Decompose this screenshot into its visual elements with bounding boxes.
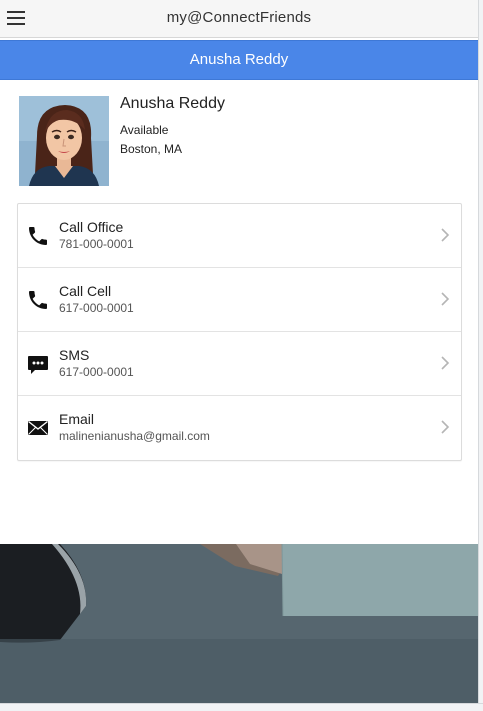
row-label: Email [59,411,95,427]
contact-header-title: Anusha Reddy [189,51,289,68]
phone-icon [29,227,47,245]
profile-location: Boston, MA [120,142,183,156]
top-app-bar: my@ConnectFriends [0,0,478,38]
avatar-illustration [19,96,109,186]
contact-methods-list: Call Office 781-000-0001 Call Cell 617-0… [17,203,462,461]
chevron-right-icon [441,292,450,306]
sms-icon [28,356,48,374]
list-item-sms[interactable]: SMS 617-000-0001 [18,332,461,395]
chevron-right-icon [441,420,450,434]
list-item-call-cell[interactable]: Call Cell 617-000-0001 [18,268,461,331]
row-value: 781-000-0001 [59,237,134,251]
profile-name: Anusha Reddy [120,95,225,112]
background-desk-image [0,544,478,703]
row-label: SMS [59,347,90,363]
window-right-edge [478,0,483,710]
avatar [19,96,109,186]
desk-illustration [0,544,478,703]
app-title: my@ConnectFriends [166,9,312,26]
row-label: Call Cell [59,283,112,299]
contact-header-bar: Anusha Reddy [0,40,478,80]
list-item-email[interactable]: Email malinenianusha@gmail.com [18,396,461,459]
list-item-call-office[interactable]: Call Office 781-000-0001 [18,204,461,267]
phone-icon [29,291,47,309]
chevron-right-icon [441,356,450,370]
row-label: Call Office [59,219,124,235]
chevron-right-icon [441,228,450,242]
profile-status: Available [120,123,169,137]
row-value: malinenianusha@gmail.com [59,429,210,443]
row-value: 617-000-0001 [59,365,134,379]
row-value: 617-000-0001 [59,301,134,315]
email-icon [28,420,48,435]
app-window: my@ConnectFriends Anusha Reddy Anusha Re… [0,0,479,703]
